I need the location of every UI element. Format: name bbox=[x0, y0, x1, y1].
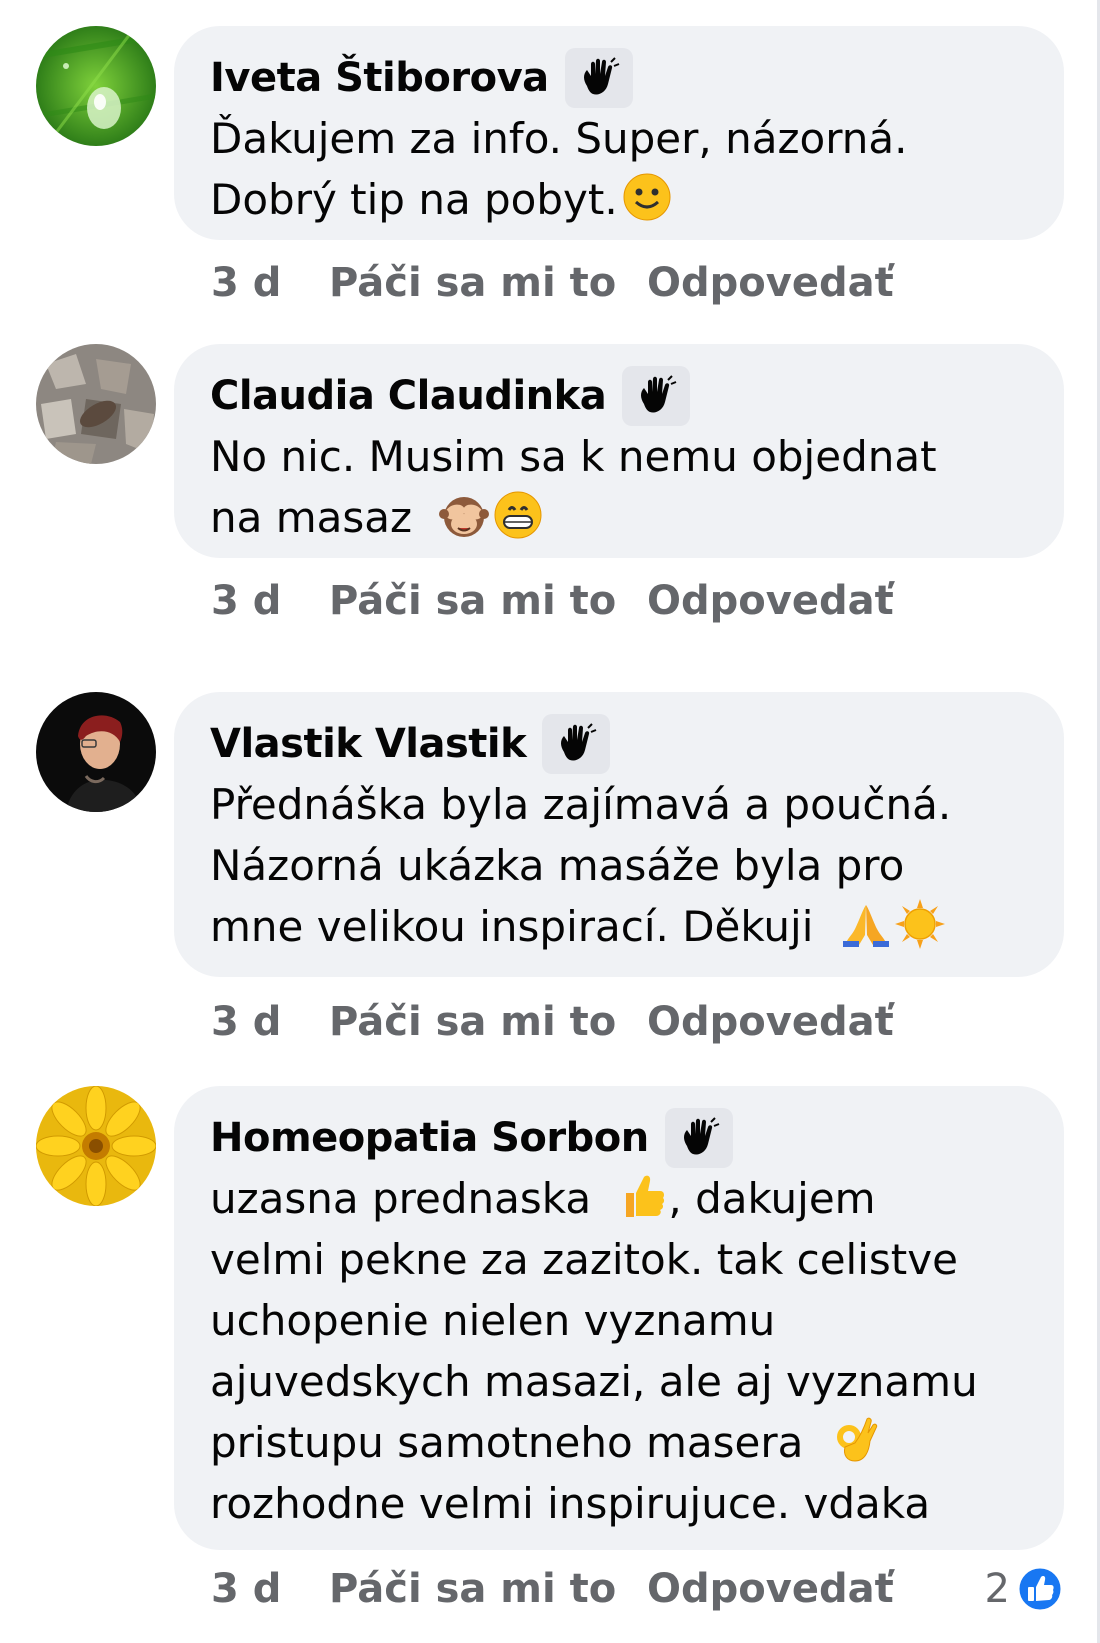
comment-line: Dobrý tip na pobyt. bbox=[210, 169, 1034, 230]
comment-text: Přednáška byla zajímavá a poučná. Názorn… bbox=[210, 774, 1034, 957]
reaction-count: 2 bbox=[984, 1566, 1010, 1612]
sun-icon bbox=[894, 899, 945, 949]
comment-time[interactable]: 3 d bbox=[211, 260, 329, 306]
comment-line-text: uzasna prednaska bbox=[210, 1174, 592, 1223]
comment-text: Ďakujem za info. Super, názorná. Dobrý t… bbox=[210, 108, 1034, 230]
like-button[interactable]: Páči sa mi to bbox=[329, 260, 647, 306]
comment-line-text: pristupu samotneho masera bbox=[210, 1418, 804, 1467]
comment-text: No nic. Musim sa k nemu objednat na masa… bbox=[210, 426, 1034, 548]
comment-line: na masaz bbox=[210, 487, 1034, 548]
comment-bubble: Vlastik Vlastik Přednáška byla zajímavá … bbox=[174, 692, 1064, 977]
thumbs-up-icon bbox=[626, 1175, 665, 1217]
waving-hand-icon[interactable] bbox=[542, 714, 611, 774]
comment-author[interactable]: Claudia Claudinka bbox=[210, 373, 607, 419]
comment-bubble: Homeopatia Sorbon uzasna prednaska , dak… bbox=[174, 1086, 1064, 1550]
like-button[interactable]: Páči sa mi to bbox=[329, 578, 647, 624]
reply-button[interactable]: Odpovedať bbox=[647, 578, 894, 624]
comment-line: uzasna prednaska , dakujem bbox=[210, 1168, 1034, 1229]
comment-line: mne velikou inspirací. Děkuji bbox=[210, 896, 1034, 957]
see-no-evil-monkey-icon bbox=[439, 497, 490, 537]
comment-line: uchopenie nielen vyznamu bbox=[210, 1296, 776, 1345]
reply-button[interactable]: Odpovedať bbox=[647, 1566, 894, 1612]
comment-bubble: Claudia Claudinka No nic. Musim sa k nem… bbox=[174, 344, 1064, 558]
avatar[interactable] bbox=[36, 26, 156, 146]
comment-actions: 3 d Páči sa mi to Odpovedať bbox=[211, 258, 894, 308]
like-button[interactable]: Páči sa mi to bbox=[329, 1566, 647, 1612]
comment-actions: 3 d Páči sa mi to Odpovedať bbox=[211, 576, 894, 626]
comment-line-text: mne velikou inspirací. Děkuji bbox=[210, 902, 814, 951]
comment-time[interactable]: 3 d bbox=[211, 1566, 329, 1612]
ok-hand-icon bbox=[836, 1417, 877, 1462]
comment-text: uzasna prednaska , dakujem velmi pekne z… bbox=[210, 1168, 1034, 1534]
comment-actions: 3 d Páči sa mi to Odpovedať bbox=[211, 997, 894, 1047]
avatar-woman-portrait-image bbox=[36, 692, 156, 812]
avatar[interactable] bbox=[36, 344, 156, 464]
grinning-face-icon bbox=[494, 491, 542, 539]
reply-button[interactable]: Odpovedať bbox=[647, 260, 894, 306]
comment-actions: 3 d Páči sa mi to Odpovedať bbox=[211, 1564, 894, 1614]
comment-line: Názorná ukázka masáže byla pro bbox=[210, 841, 905, 890]
waving-hand-icon[interactable] bbox=[564, 48, 633, 108]
waving-hand-icon[interactable] bbox=[664, 1108, 733, 1168]
comment-line: Ďakujem za info. Super, názorná. bbox=[210, 114, 908, 163]
comment-time[interactable]: 3 d bbox=[211, 578, 329, 624]
avatar[interactable] bbox=[36, 1086, 156, 1206]
comment-line-text: na masaz bbox=[210, 493, 413, 542]
like-reaction-icon bbox=[1016, 1565, 1064, 1613]
comment-line: rozhodne velmi inspirujuce. vdaka bbox=[210, 1479, 931, 1528]
slightly-smiling-face-icon bbox=[623, 173, 671, 221]
comment-bubble: Iveta Štiborova Ďakujem za info. Super, … bbox=[174, 26, 1064, 240]
comment-author[interactable]: Vlastik Vlastik bbox=[210, 721, 527, 767]
reaction-summary[interactable]: 2 bbox=[985, 1564, 1064, 1614]
waving-hand-icon[interactable] bbox=[622, 366, 691, 426]
comment-time[interactable]: 3 d bbox=[211, 999, 329, 1045]
comment-line-text: Dobrý tip na pobyt. bbox=[210, 175, 618, 224]
comment-line: velmi pekne za zazitok. tak celistve bbox=[210, 1235, 958, 1284]
avatar-yellow-flower-image bbox=[36, 1086, 156, 1206]
comment-line: ajuvedskych masazi, ale aj vyznamu bbox=[210, 1357, 978, 1406]
comment-author[interactable]: Homeopatia Sorbon bbox=[210, 1115, 649, 1161]
comment-line-text: , dakujem bbox=[668, 1174, 876, 1223]
comment-line: Přednáška byla zajímavá a poučná. bbox=[210, 780, 952, 829]
avatar[interactable] bbox=[36, 692, 156, 812]
folded-hands-icon bbox=[842, 905, 889, 947]
comment-line: pristupu samotneho masera bbox=[210, 1412, 1034, 1473]
comment-author[interactable]: Iveta Štiborova bbox=[210, 55, 549, 101]
avatar-stones-image bbox=[36, 344, 156, 464]
like-button[interactable]: Páči sa mi to bbox=[329, 999, 647, 1045]
reply-button[interactable]: Odpovedať bbox=[647, 999, 894, 1045]
avatar-leaf-drop-image bbox=[36, 26, 156, 146]
comment-line: No nic. Musim sa k nemu objednat bbox=[210, 432, 937, 481]
